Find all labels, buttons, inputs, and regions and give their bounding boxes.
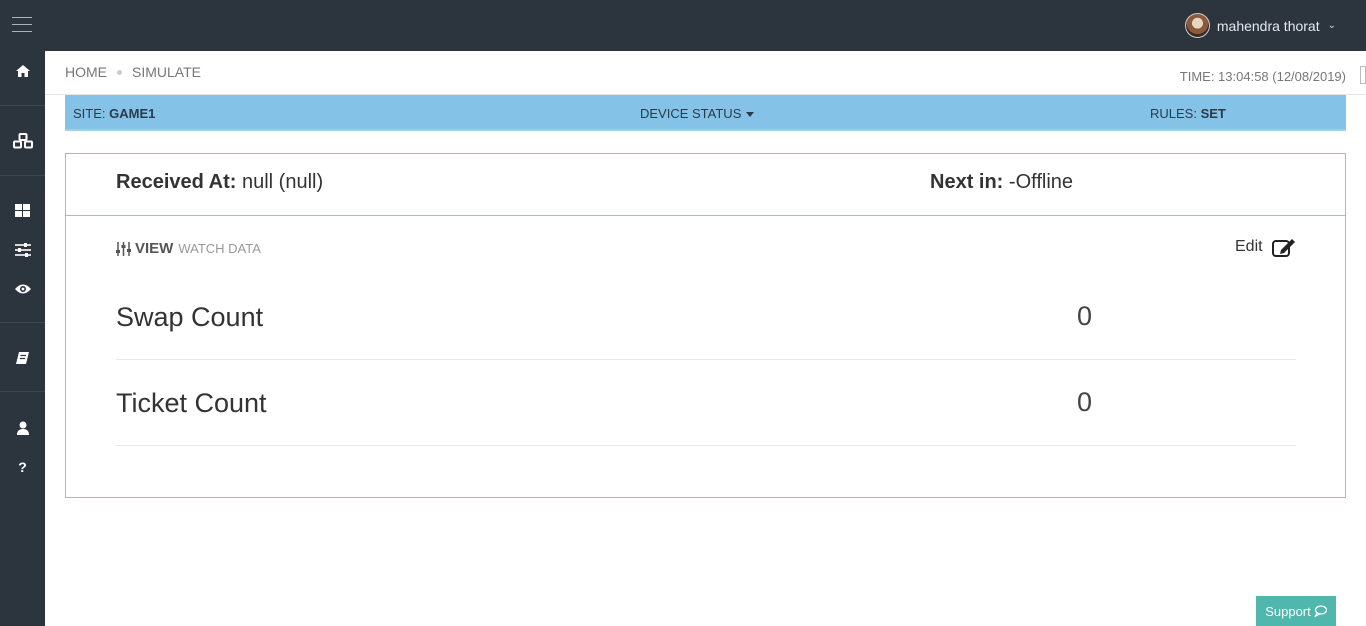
- device-status-label: DEVICE STATUS: [640, 106, 742, 121]
- table-row: Swap Count 0: [116, 274, 1296, 360]
- scrollbar[interactable]: [1360, 66, 1366, 84]
- home-icon: [15, 65, 30, 77]
- dashboard-icon: [15, 203, 30, 217]
- rules-value: SET: [1200, 106, 1226, 121]
- help-icon: ?: [18, 459, 27, 475]
- avatar: [1184, 13, 1210, 38]
- sliders-icon: [14, 243, 31, 257]
- user-menu[interactable]: mahendra thorat ⌄: [1184, 13, 1336, 38]
- support-label: Support: [1265, 603, 1311, 619]
- row-value: 0: [1077, 387, 1093, 417]
- received-value: null (null): [241, 171, 324, 193]
- chat-bubble-icon: [1314, 605, 1327, 617]
- sidebar: ?: [0, 51, 45, 626]
- sidebar-item-home[interactable]: [0, 56, 45, 86]
- site-status-bar: SITE: GAME1 DEVICE STATUS RULES: SET: [65, 95, 1346, 131]
- received-label: Received At:: [116, 171, 237, 193]
- user-icon: [16, 421, 29, 435]
- table-row: Ticket Count 0: [116, 360, 1296, 446]
- eye-icon: [14, 284, 31, 294]
- site-info: SITE: GAME1: [73, 106, 155, 121]
- sidebar-item-help[interactable]: ?: [0, 452, 45, 482]
- site-value: GAME1: [109, 106, 156, 121]
- received-at: Received At: null (null): [116, 171, 323, 194]
- site-label: SITE:: [73, 106, 106, 121]
- watch-data-card: Received At: null (null) Next in: -Offli…: [65, 153, 1346, 498]
- sliders-icon: [116, 241, 131, 256]
- row-label: Ticket Count: [116, 388, 267, 418]
- chevron-down-icon: ⌄: [1327, 20, 1336, 31]
- caret-down-icon: [746, 112, 755, 118]
- server-time: TIME: 13:04:58 (12/08/2019): [1179, 69, 1346, 84]
- user-name: mahendra thorat: [1216, 17, 1320, 34]
- book-icon: [16, 352, 29, 364]
- sidebar-item-sites[interactable]: [0, 126, 45, 156]
- menu-toggle-icon[interactable]: [12, 17, 32, 33]
- breadcrumb-current: SIMULATE: [132, 64, 201, 80]
- breadcrumb: HOME SIMULATE: [65, 64, 201, 80]
- view-sub-label: WATCH DATA: [178, 241, 261, 256]
- row-value: 0: [1077, 301, 1093, 331]
- edit-button[interactable]: Edit: [1235, 236, 1297, 258]
- next-value: -Offline: [1008, 171, 1074, 193]
- view-heading: VIEW WATCH DATA: [116, 240, 261, 257]
- sidebar-item-profile[interactable]: [0, 413, 45, 443]
- row-label: Swap Count: [116, 302, 264, 332]
- next-label: Next in:: [930, 171, 1004, 193]
- sidebar-item-watch[interactable]: [0, 274, 45, 304]
- rules-label: RULES:: [1150, 106, 1197, 121]
- edit-icon: [1271, 239, 1295, 257]
- breadcrumb-home[interactable]: HOME: [65, 64, 107, 80]
- sidebar-item-dashboard[interactable]: [0, 195, 45, 225]
- next-in: Next in: -Offline: [930, 171, 1073, 194]
- view-label: VIEW: [135, 240, 174, 257]
- rules-info: RULES: SET: [1150, 106, 1226, 121]
- card-header: Received At: null (null) Next in: -Offli…: [66, 154, 1345, 216]
- device-status-dropdown[interactable]: DEVICE STATUS: [640, 106, 755, 121]
- sidebar-item-simulate[interactable]: [0, 235, 45, 265]
- breadcrumb-separator: [117, 69, 122, 75]
- edit-label: Edit: [1235, 238, 1263, 255]
- top-bar: mahendra thorat ⌄: [0, 0, 1366, 51]
- cubes-icon: [12, 133, 33, 149]
- support-button[interactable]: Support: [1256, 596, 1336, 626]
- sidebar-item-docs[interactable]: [0, 343, 45, 373]
